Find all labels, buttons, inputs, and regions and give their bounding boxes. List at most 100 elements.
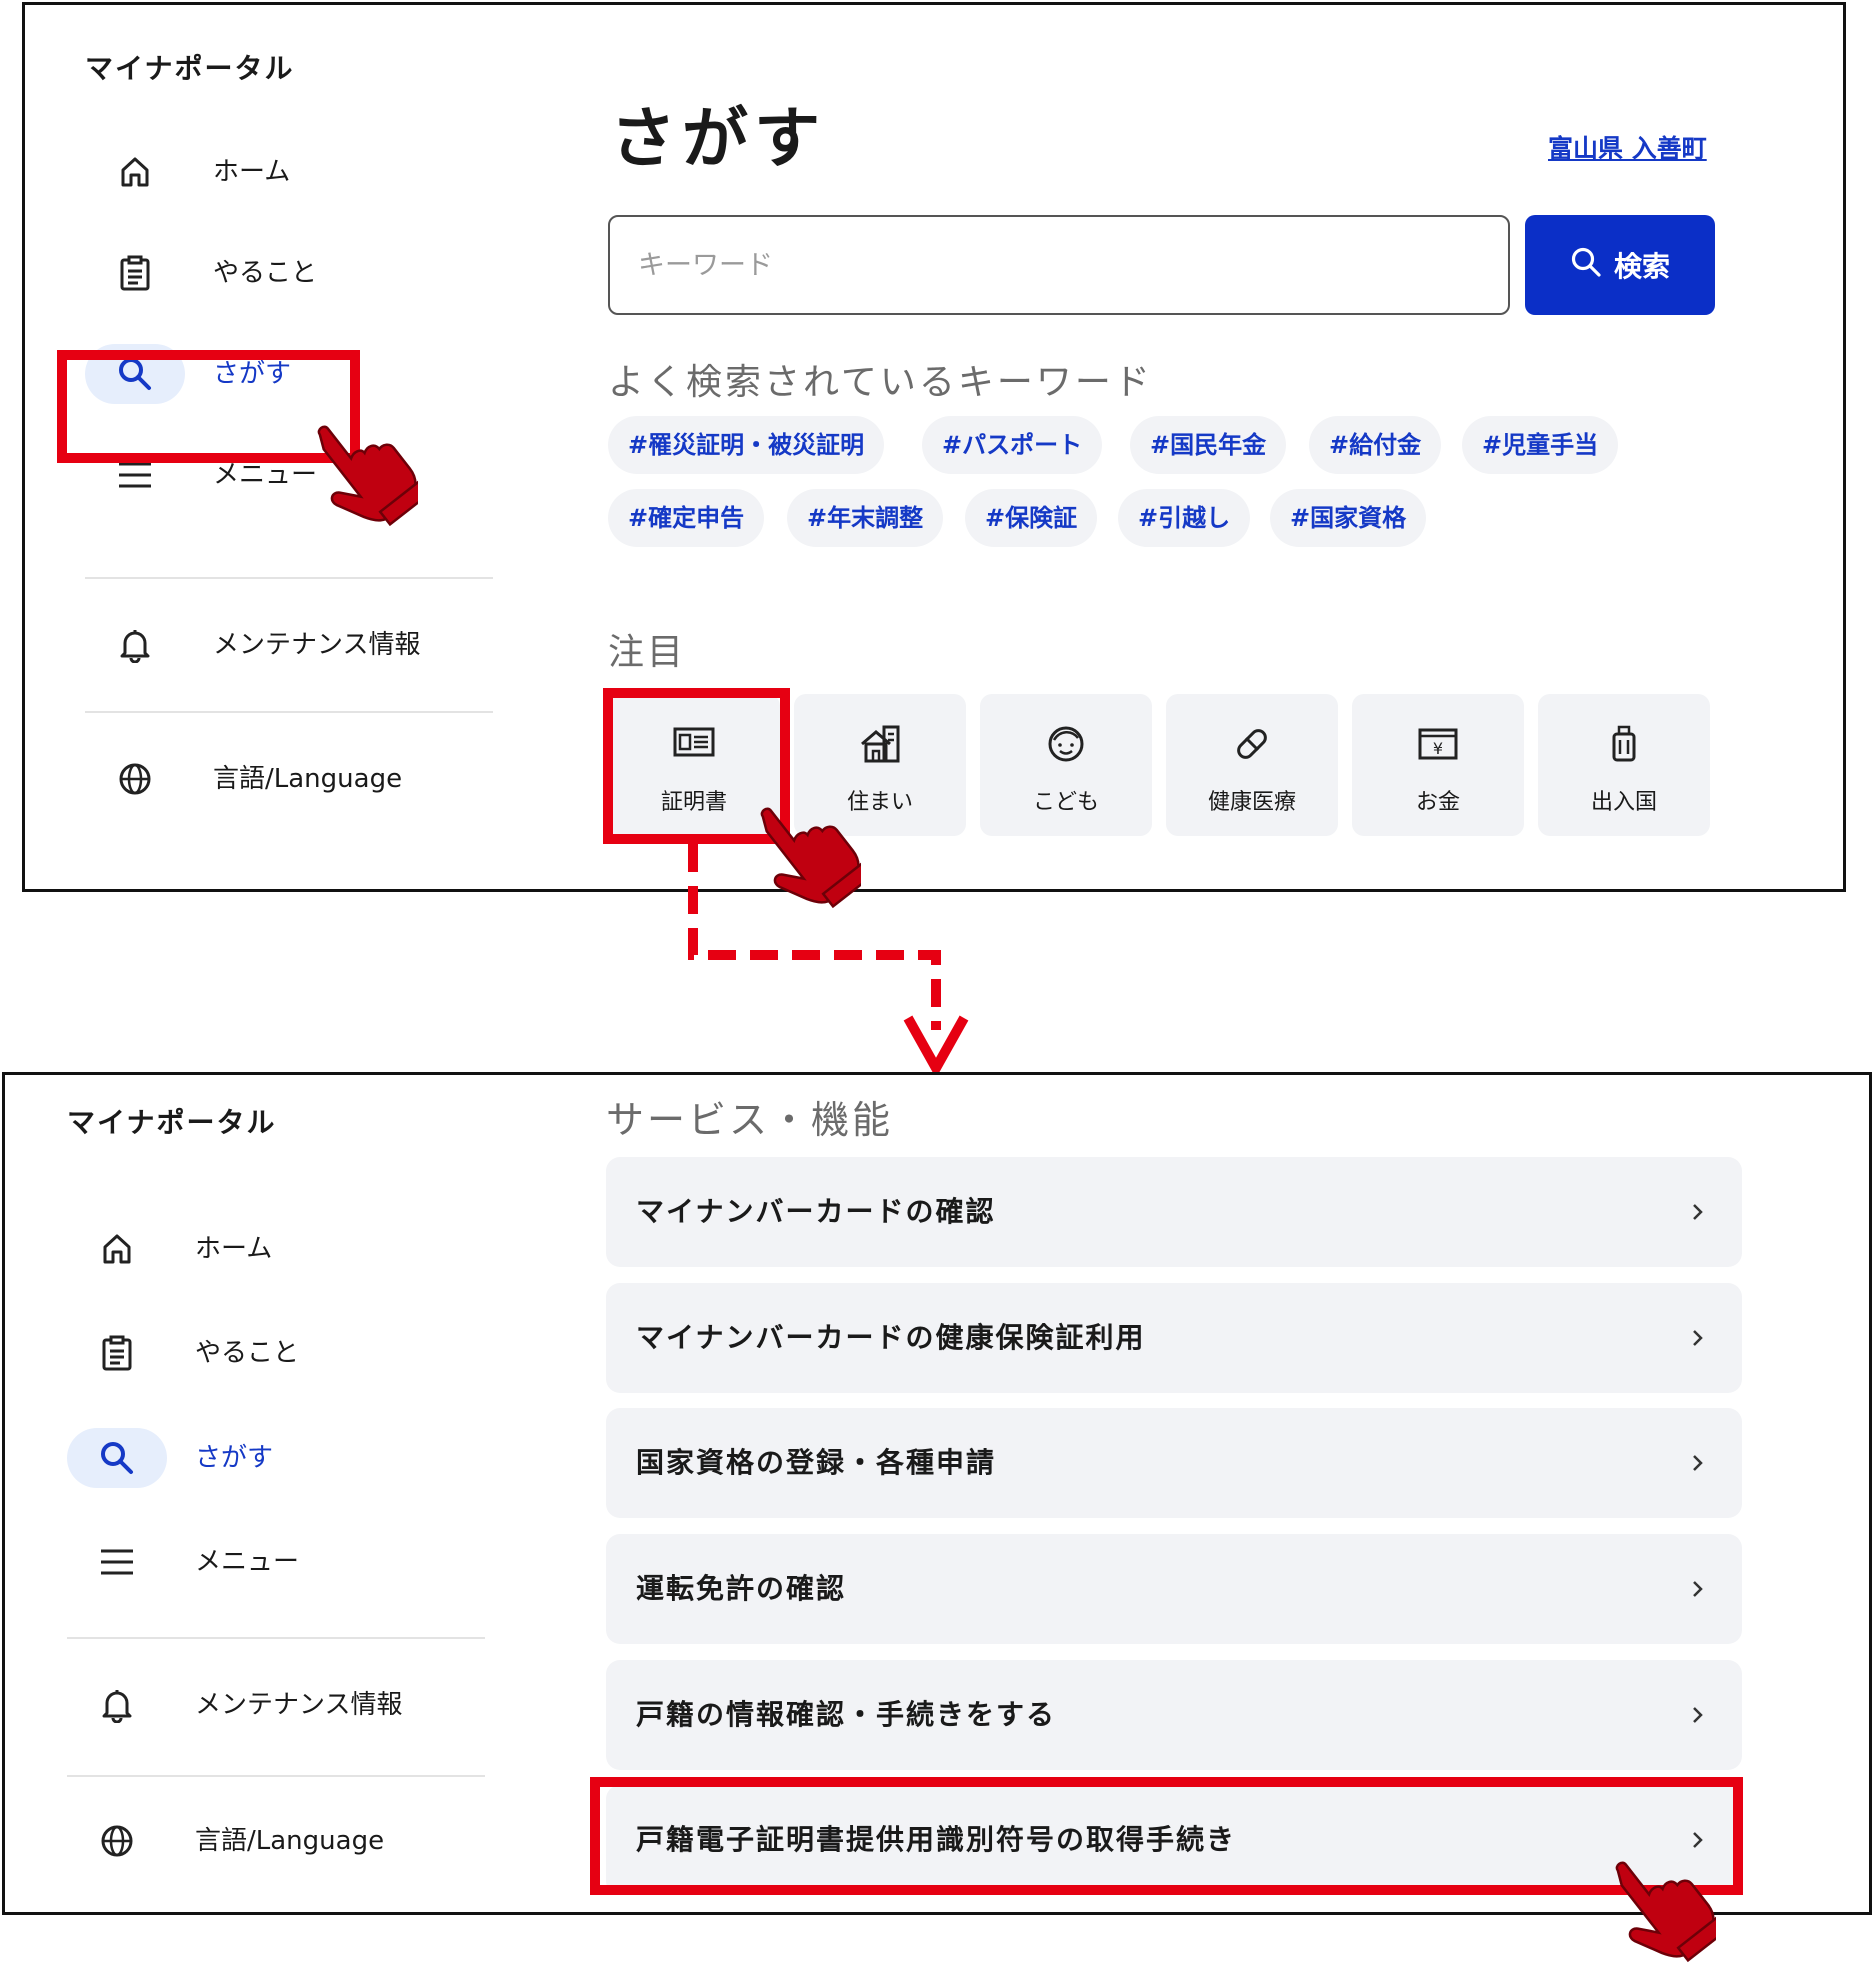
category-certificate[interactable]: 証明書: [608, 694, 780, 836]
keyword-chip[interactable]: #国家資格: [1270, 489, 1427, 547]
nav-home-label: ホーム: [213, 157, 291, 187]
category-label: こども: [1032, 790, 1099, 815]
svg-text:¥: ¥: [1433, 739, 1443, 758]
nav-divider: [67, 1637, 485, 1639]
search-icon: [1570, 246, 1602, 285]
keyword-chip[interactable]: #国民年金: [1130, 416, 1287, 474]
nav-home[interactable]: ホーム: [85, 142, 425, 202]
search-icon: [67, 1428, 167, 1488]
keyword-chip[interactable]: #年末調整: [787, 489, 944, 547]
popular-keywords-heading: よく検索されているキーワード: [608, 362, 1153, 403]
keyword-chip[interactable]: #確定申告: [608, 489, 765, 547]
hamburger-menu-icon: [67, 1532, 167, 1592]
nav-search-label: さがす: [213, 359, 292, 389]
category-label: 証明書: [660, 790, 727, 815]
category-children[interactable]: こども: [980, 694, 1152, 836]
chevron-right-icon: [1693, 1707, 1703, 1723]
clipboard-icon: [67, 1323, 167, 1383]
globe-icon: [67, 1811, 167, 1871]
keyword-chip[interactable]: #保険証: [965, 489, 1098, 547]
category-label: 出入国: [1590, 790, 1657, 815]
app-brand: マイナポータル: [85, 52, 295, 85]
nav-maintenance-label: メンテナンス情報: [195, 1690, 403, 1720]
clipboard-icon: [85, 243, 185, 303]
nav-home[interactable]: ホーム: [67, 1219, 407, 1279]
keyword-chip[interactable]: #引越し: [1118, 489, 1251, 547]
home-icon: [85, 142, 185, 202]
search-icon: [85, 344, 185, 404]
search-button-label: 検索: [1613, 250, 1670, 283]
bell-icon: [85, 615, 185, 675]
service-item-label: マイナンバーカードの健康保険証利用: [636, 1321, 1146, 1354]
category-label: お金: [1415, 790, 1460, 815]
category-label: 住まい: [846, 790, 913, 815]
nav-maintenance-label: メンテナンス情報: [213, 630, 421, 660]
service-item-label: 戸籍の情報確認・手続きをする: [636, 1698, 1057, 1731]
nav-menu-label: メニュー: [213, 460, 318, 490]
category-label: 健康医療: [1207, 790, 1296, 815]
nav-menu[interactable]: メニュー: [67, 1532, 407, 1592]
nav-language-label: 言語/Language: [213, 764, 403, 794]
keyword-chip[interactable]: #給付金: [1309, 416, 1442, 474]
search-button[interactable]: 検索: [1525, 215, 1715, 315]
service-item[interactable]: マイナンバーカードの健康保険証利用: [606, 1283, 1742, 1393]
nav-maintenance[interactable]: メンテナンス情報: [85, 615, 425, 675]
nav-menu[interactable]: メニュー: [85, 445, 425, 505]
suitcase-icon: [1538, 724, 1710, 768]
chevron-right-icon: [1693, 1832, 1703, 1848]
page-title: さがす: [610, 100, 826, 177]
keyword-chip[interactable]: #児童手当: [1462, 416, 1619, 474]
chevron-right-icon: [1693, 1330, 1703, 1346]
hamburger-menu-icon: [85, 445, 185, 505]
service-item[interactable]: マイナンバーカードの確認: [606, 1157, 1742, 1267]
category-immigration[interactable]: 出入国: [1538, 694, 1710, 836]
house-icon: [794, 724, 966, 768]
nav-home-label: ホーム: [195, 1234, 273, 1264]
home-icon: [67, 1219, 167, 1279]
globe-icon: [85, 749, 185, 809]
nav-language[interactable]: 言語/Language: [67, 1811, 407, 1871]
service-item[interactable]: 運転免許の確認: [606, 1534, 1742, 1644]
nav-divider: [67, 1775, 485, 1777]
chevron-right-icon: [1693, 1455, 1703, 1471]
featured-heading: 注目: [608, 632, 687, 673]
nav-divider: [85, 711, 493, 713]
nav-todo[interactable]: やること: [67, 1323, 407, 1383]
money-icon: ¥: [1352, 724, 1524, 768]
nav-todo-label: やること: [213, 258, 318, 288]
category-housing[interactable]: 住まい: [794, 694, 966, 836]
service-item[interactable]: 戸籍の情報確認・手続きをする: [606, 1660, 1742, 1770]
pill-icon: [1166, 724, 1338, 768]
service-item-label: 運転免許の確認: [636, 1572, 847, 1605]
keyword-search-input[interactable]: [608, 215, 1510, 315]
certificate-icon: [608, 724, 780, 768]
nav-todo-label: やること: [195, 1338, 300, 1368]
child-face-icon: [980, 724, 1152, 768]
nav-search-label: さがす: [195, 1443, 274, 1473]
service-item[interactable]: 国家資格の登録・各種申請: [606, 1408, 1742, 1518]
nav-menu-label: メニュー: [195, 1547, 300, 1577]
services-page-screenshot: マイナポータル ホーム やること さがす メニュー メンテナンス情報 言語/La…: [2, 1072, 1872, 1915]
bell-icon: [67, 1675, 167, 1735]
app-brand: マイナポータル: [67, 1106, 277, 1139]
nav-search[interactable]: さがす: [67, 1428, 407, 1488]
nav-divider: [85, 577, 493, 579]
keyword-chip[interactable]: #パスポート: [922, 416, 1103, 474]
nav-language-label: 言語/Language: [195, 1826, 385, 1856]
service-item-label: マイナンバーカードの確認: [636, 1195, 996, 1228]
category-money[interactable]: ¥ お金: [1352, 694, 1524, 836]
nav-maintenance[interactable]: メンテナンス情報: [67, 1675, 407, 1735]
nav-search[interactable]: さがす: [85, 344, 425, 404]
keyword-chip[interactable]: #罹災証明・被災証明: [608, 416, 885, 474]
category-health[interactable]: 健康医療: [1166, 694, 1338, 836]
services-heading: サービス・機能: [606, 1098, 894, 1142]
chevron-right-icon: [1693, 1581, 1703, 1597]
service-item-label: 国家資格の登録・各種申請: [636, 1446, 997, 1479]
search-page-screenshot: マイナポータル ホーム やること さがす メニュー メンテナンス情報 言語/La…: [22, 2, 1846, 892]
nav-todo[interactable]: やること: [85, 243, 425, 303]
chevron-right-icon: [1693, 1204, 1703, 1220]
region-link[interactable]: 富山県 入善町: [1548, 129, 1707, 165]
service-item-label: 戸籍電子証明書提供用識別符号の取得手続き: [636, 1823, 1237, 1856]
service-item[interactable]: 戸籍電子証明書提供用識別符号の取得手続き: [606, 1785, 1742, 1895]
nav-language[interactable]: 言語/Language: [85, 749, 425, 809]
